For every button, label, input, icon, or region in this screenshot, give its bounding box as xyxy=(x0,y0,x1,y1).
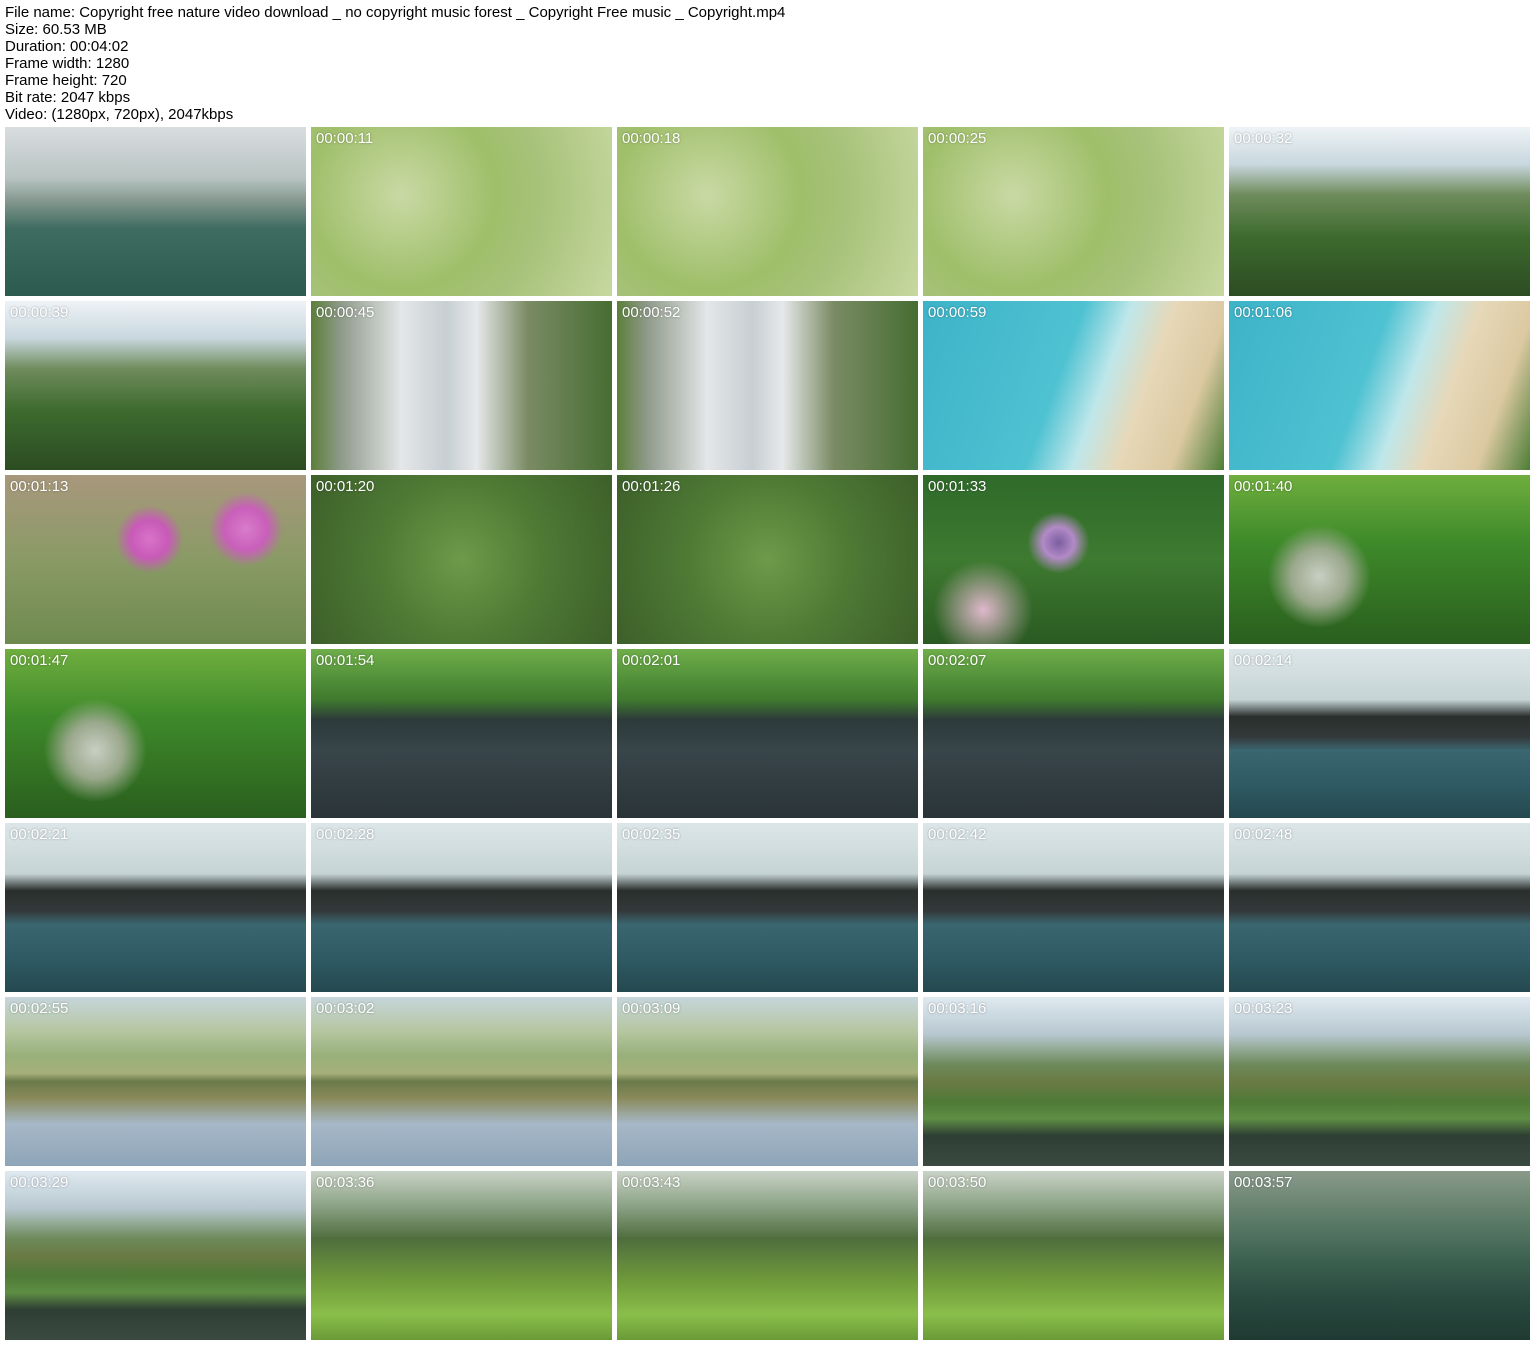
thumbnail-timestamp: 00:00:52 xyxy=(622,304,681,321)
video-thumbnail[interactable]: 00:01:47 xyxy=(5,649,306,818)
duration-text: Duration: 00:04:02 xyxy=(5,38,129,55)
thumbnail-timestamp: 00:00:32 xyxy=(1234,130,1293,147)
thumbnail-timestamp: 00:01:13 xyxy=(10,478,69,495)
thumbnail-timestamp: 00:00:25 xyxy=(928,130,987,147)
thumbnail-timestamp: 00:00:45 xyxy=(316,304,375,321)
thumbnail-timestamp: 00:02:35 xyxy=(622,826,681,843)
thumbnail-timestamp: 00:02:28 xyxy=(316,826,375,843)
frame-width-text: Frame width: 1280 xyxy=(5,55,130,72)
video-thumbnail[interactable]: 00:00:52 xyxy=(617,301,918,470)
video-thumbnail[interactable]: 00:03:02 xyxy=(311,997,612,1166)
video-thumbnail[interactable]: 00:00:39 xyxy=(5,301,306,470)
thumbnail-timestamp: 00:03:57 xyxy=(1234,1174,1293,1191)
video-thumbnail[interactable]: 00:02:55 xyxy=(5,997,306,1166)
video-thumbnail[interactable]: 00:00:45 xyxy=(311,301,612,470)
thumbnail-timestamp: 00:02:55 xyxy=(10,1000,69,1017)
thumbnail-timestamp: 00:03:43 xyxy=(622,1174,681,1191)
video-thumbnail[interactable]: 00:02:28 xyxy=(311,823,612,992)
thumbnail-timestamp: 00:02:21 xyxy=(10,826,69,843)
thumbnail-timestamp: 00:03:50 xyxy=(928,1174,987,1191)
thumbnail-timestamp: 00:03:36 xyxy=(316,1174,375,1191)
video-metadata: File name: Copyright free nature video d… xyxy=(5,4,785,123)
video-thumbnail[interactable]: 00:02:01 xyxy=(617,649,918,818)
bit-rate-text: Bit rate: 2047 kbps xyxy=(5,89,131,106)
thumbnail-timestamp: 00:01:40 xyxy=(1234,478,1293,495)
video-thumbnail[interactable]: 00:03:09 xyxy=(617,997,918,1166)
file-name-text: File name: Copyright free nature video d… xyxy=(5,4,786,21)
video-thumbnail[interactable]: 00:02:48 xyxy=(1229,823,1530,992)
video-thumbnail[interactable]: 00:00:25 xyxy=(923,127,1224,296)
video-thumbnail[interactable]: 00:03:50 xyxy=(923,1171,1224,1340)
video-thumbnail[interactable]: 00:03:43 xyxy=(617,1171,918,1340)
video-thumbnail[interactable]: 00:00:18 xyxy=(617,127,918,296)
video-thumbnail[interactable]: 00:01:26 xyxy=(617,475,918,644)
video-thumbnail[interactable]: 00:01:40 xyxy=(1229,475,1530,644)
thumbnail-timestamp: 00:02:07 xyxy=(928,652,987,669)
thumbnail-timestamp: 00:03:02 xyxy=(316,1000,375,1017)
thumbnail-grid: 00:00:11 00:00:18 00:00:25 00:00:32 00:00:39… xyxy=(5,127,1530,1340)
video-thumbnail[interactable]: 00:01:13 xyxy=(5,475,306,644)
video-thumbnail[interactable]: 00:01:33 xyxy=(923,475,1224,644)
thumbnail-timestamp: 00:00:18 xyxy=(622,130,681,147)
thumbnail-timestamp: 00:03:16 xyxy=(928,1000,987,1017)
thumbnail-timestamp: 00:02:01 xyxy=(622,652,681,669)
thumbnail-timestamp: 00:00:11 xyxy=(316,130,374,147)
video-thumbnail[interactable]: 00:00:32 xyxy=(1229,127,1530,296)
thumbnail-timestamp: 00:03:29 xyxy=(10,1174,69,1191)
video-info-text: Video: (1280px, 720px), 2047kbps xyxy=(5,106,234,123)
frame-height-text: Frame height: 720 xyxy=(5,72,127,89)
thumbnail-timestamp: 00:00:59 xyxy=(928,304,987,321)
video-thumbnail[interactable] xyxy=(5,127,306,296)
thumbnail-timestamp: 00:01:26 xyxy=(622,478,681,495)
video-thumbnail[interactable]: 00:01:54 xyxy=(311,649,612,818)
thumbnail-timestamp: 00:01:20 xyxy=(316,478,375,495)
size-text: Size: 60.53 MB xyxy=(5,21,107,38)
video-thumbnail[interactable]: 00:03:36 xyxy=(311,1171,612,1340)
video-thumbnail[interactable]: 00:01:06 xyxy=(1229,301,1530,470)
video-thumbnail[interactable]: 00:02:42 xyxy=(923,823,1224,992)
video-thumbnail[interactable]: 00:03:16 xyxy=(923,997,1224,1166)
video-thumbnail[interactable]: 00:00:11 xyxy=(311,127,612,296)
thumbnail-timestamp: 00:01:33 xyxy=(928,478,987,495)
thumbnail-timestamp: 00:01:54 xyxy=(316,652,375,669)
video-thumbnail[interactable]: 00:03:57 xyxy=(1229,1171,1530,1340)
thumbnail-timestamp: 00:03:09 xyxy=(622,1000,681,1017)
thumbnail-timestamp: 00:00:39 xyxy=(10,304,69,321)
video-thumbnail[interactable]: 00:03:23 xyxy=(1229,997,1530,1166)
thumbnail-timestamp: 00:01:47 xyxy=(10,652,69,669)
thumbnail-timestamp: 00:03:23 xyxy=(1234,1000,1293,1017)
video-thumbnail[interactable]: 00:02:07 xyxy=(923,649,1224,818)
video-thumbnail[interactable]: 00:02:35 xyxy=(617,823,918,992)
video-thumbnail[interactable]: 00:02:21 xyxy=(5,823,306,992)
video-thumbnail[interactable]: 00:00:59 xyxy=(923,301,1224,470)
thumbnail-timestamp: 00:02:42 xyxy=(928,826,987,843)
thumbnail-timestamp: 00:02:14 xyxy=(1234,652,1293,669)
video-thumbnail[interactable]: 00:01:20 xyxy=(311,475,612,644)
video-thumbnail[interactable]: 00:03:29 xyxy=(5,1171,306,1340)
video-thumbnail[interactable]: 00:02:14 xyxy=(1229,649,1530,818)
thumbnail-timestamp: 00:01:06 xyxy=(1234,304,1293,321)
thumbnail-timestamp: 00:02:48 xyxy=(1234,826,1293,843)
